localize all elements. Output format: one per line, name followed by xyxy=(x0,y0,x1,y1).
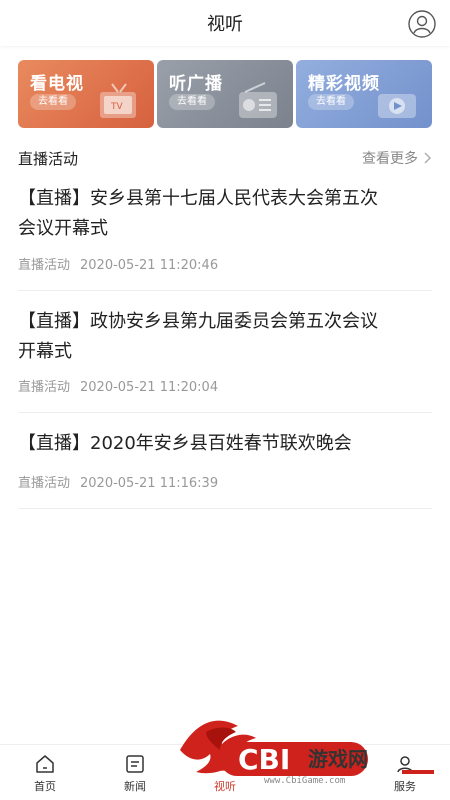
list-item[interactable]: 【直播】安乡县第十七届人民代表大会第五次 会议开幕式 直播活动 2020-05-2… xyxy=(18,184,432,284)
app-root: 视听 看电视 去看看 TV 听广播 去看看 精彩视频 去看看 直播活动 查看更多… xyxy=(0,0,450,800)
card-title: 听广播 xyxy=(169,74,223,94)
news-icon xyxy=(126,755,144,773)
news-time: 2020-05-21 11:20:46 xyxy=(80,258,219,273)
live-section-header: 直播活动 查看更多 xyxy=(18,148,432,170)
top-bar: 视听 xyxy=(0,0,450,46)
svg-text:TV: TV xyxy=(110,102,123,112)
featured-video-card[interactable]: 精彩视频 去看看 xyxy=(296,60,432,128)
media-cards: 看电视 去看看 TV 听广播 去看看 精彩视频 去看看 xyxy=(18,60,432,128)
list-item[interactable]: 【直播】2020年安乡县百姓春节联欢晚会 直播活动 2020-05-21 11:1… xyxy=(18,429,432,499)
nav-item-profile[interactable]: 服务 xyxy=(360,745,450,800)
go-watch-video-button[interactable]: 去看看 xyxy=(308,94,354,110)
nav-item-service[interactable] xyxy=(270,745,360,800)
divider xyxy=(18,508,432,509)
chevron-right-icon xyxy=(424,152,431,164)
news-category: 直播活动 xyxy=(18,380,71,395)
go-listen-button[interactable]: 去看看 xyxy=(169,94,215,110)
nav-label: 新闻 xyxy=(124,780,146,793)
nav-label: 首页 xyxy=(34,780,56,793)
watch-tv-card[interactable]: 看电视 去看看 TV xyxy=(18,60,154,128)
news-time: 2020-05-21 11:20:04 xyxy=(80,380,219,395)
news-meta: 直播活动 2020-05-21 11:16:39 xyxy=(18,472,218,491)
news-meta: 直播活动 2020-05-21 11:20:46 xyxy=(18,254,218,273)
news-time: 2020-05-21 11:16:39 xyxy=(80,476,219,491)
watermark-url: www.CbiGame.com xyxy=(264,776,346,786)
news-meta: 直播活动 2020-05-21 11:20:04 xyxy=(18,376,218,395)
card-title: 精彩视频 xyxy=(308,74,380,94)
news-title-line: 会议开幕式 xyxy=(18,218,108,239)
listen-radio-card[interactable]: 听广播 去看看 xyxy=(157,60,293,128)
service-icon xyxy=(307,756,323,772)
user-icon xyxy=(397,756,413,773)
home-icon xyxy=(36,755,54,773)
nav-item-news[interactable]: 新闻 xyxy=(90,745,180,800)
tv-icon: TV xyxy=(100,83,136,118)
list-item[interactable]: 【直播】政协安乡县第九届委员会第五次会议 开幕式 直播活动 2020-05-21 … xyxy=(18,307,432,407)
news-title-line: 【直播】安乡县第十七届人民代表大会第五次 xyxy=(18,188,378,209)
nav-item-home[interactable]: 首页 xyxy=(0,745,90,800)
page-title: 视听 xyxy=(207,14,243,35)
view-more-link[interactable]: 查看更多 xyxy=(362,148,432,168)
news-category: 直播活动 xyxy=(18,258,71,273)
view-more-label: 查看更多 xyxy=(362,151,418,167)
section-title: 直播活动 xyxy=(18,150,79,168)
news-category: 直播活动 xyxy=(18,476,71,491)
nav-label: 视听 xyxy=(214,780,236,793)
user-avatar-icon[interactable] xyxy=(408,10,436,38)
radio-icon xyxy=(239,82,277,118)
divider xyxy=(18,290,432,291)
bottom-nav: 首页 新闻 视听 服务 xyxy=(0,744,450,800)
nav-label: 服务 xyxy=(394,780,416,793)
video-play-icon xyxy=(378,94,416,118)
news-title-line: 【直播】2020年安乡县百姓春节联欢晚会 xyxy=(18,433,352,454)
news-title-line: 开幕式 xyxy=(18,341,72,362)
nav-item-media[interactable]: 视听 xyxy=(180,745,270,800)
news-title-line: 【直播】政协安乡县第九届委员会第五次会议 xyxy=(18,311,378,332)
divider xyxy=(18,412,432,413)
media-icon xyxy=(216,757,234,771)
go-watch-button[interactable]: 去看看 xyxy=(30,94,76,110)
card-title: 看电视 xyxy=(30,74,84,94)
